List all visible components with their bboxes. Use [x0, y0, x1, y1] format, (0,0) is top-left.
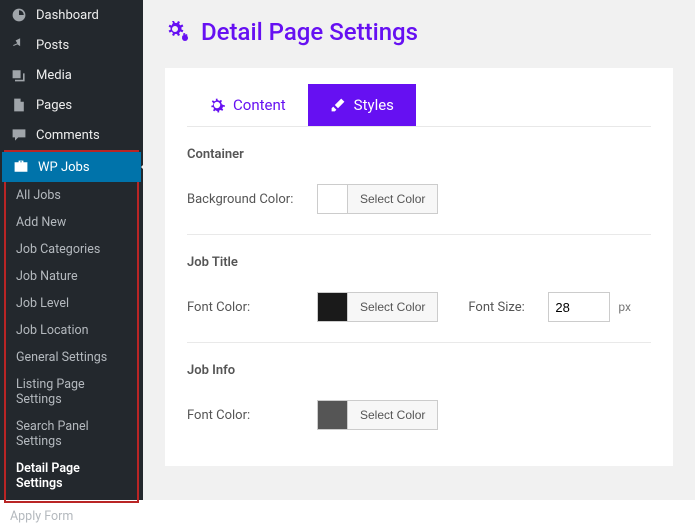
sidebar-item-posts[interactable]: Posts: [0, 30, 143, 60]
section-heading: Job Info: [187, 363, 651, 378]
sidebar-highlight-box: WP Jobs All Jobs Add New Job Categories …: [4, 150, 139, 503]
sidebar-sub-job-categories[interactable]: Job Categories: [6, 236, 137, 263]
select-color-button[interactable]: Select Color: [348, 185, 437, 213]
section-job-info: Job Info Font Color: Select Color: [187, 343, 651, 450]
tab-label: Styles: [354, 96, 394, 114]
sidebar-sub-listing-page-settings[interactable]: Listing Page Settings: [6, 371, 137, 413]
sidebar-item-label: Media: [36, 68, 72, 83]
tab-content[interactable]: Content: [187, 84, 308, 126]
sidebar-item-dashboard[interactable]: Dashboard: [0, 0, 143, 30]
tabs: Content Styles: [187, 84, 651, 127]
font-color-picker[interactable]: Select Color: [317, 292, 438, 322]
select-color-button[interactable]: Select Color: [348, 401, 437, 429]
sidebar-item-comments[interactable]: Comments: [0, 120, 143, 150]
font-color-picker[interactable]: Select Color: [317, 400, 438, 430]
sidebar-item-label: Dashboard: [36, 8, 99, 23]
section-job-title: Job Title Font Color: Select Color Font …: [187, 235, 651, 343]
page-title-text: Detail Page Settings: [201, 18, 418, 46]
sidebar-sub-apply-form[interactable]: Apply Form: [0, 503, 143, 530]
comment-icon: [10, 127, 28, 143]
sidebar-sub-job-nature[interactable]: Job Nature: [6, 263, 137, 290]
tab-label: Content: [233, 96, 286, 114]
color-swatch: [318, 185, 348, 213]
color-swatch: [318, 401, 348, 429]
sidebar-sub-detail-page-settings[interactable]: Detail Page Settings: [6, 455, 137, 497]
admin-sidebar: Dashboard Posts Media Pages Comments: [0, 0, 143, 500]
sidebar-item-label: WP Jobs: [38, 160, 90, 175]
sidebar-sub-all-jobs[interactable]: All Jobs: [6, 182, 137, 209]
sidebar-item-pages[interactable]: Pages: [0, 90, 143, 120]
section-container: Container Background Color: Select Color: [187, 127, 651, 235]
sidebar-item-wp-jobs[interactable]: WP Jobs: [2, 152, 141, 182]
sidebar-item-label: Pages: [36, 98, 72, 113]
sidebar-sub-job-location[interactable]: Job Location: [6, 317, 137, 344]
settings-panel: Content Styles Container Background Colo…: [165, 68, 673, 466]
font-color-label: Font Color:: [187, 408, 317, 423]
background-color-label: Background Color:: [187, 192, 317, 207]
main-content: Detail Page Settings Content Styles Cont…: [143, 0, 695, 500]
section-heading: Container: [187, 147, 651, 162]
unit-label: px: [618, 300, 631, 314]
dashboard-icon: [10, 7, 28, 23]
pin-icon: [10, 37, 28, 53]
color-swatch: [318, 293, 348, 321]
sidebar-sub-add-new[interactable]: Add New: [6, 209, 137, 236]
page-title: Detail Page Settings: [165, 18, 673, 46]
background-color-picker[interactable]: Select Color: [317, 184, 438, 214]
gears-icon: [165, 21, 191, 43]
sidebar-sub-general-settings[interactable]: General Settings: [6, 344, 137, 371]
section-heading: Job Title: [187, 255, 651, 270]
sidebar-item-label: Posts: [36, 38, 69, 53]
gear-icon: [209, 97, 225, 113]
font-size-input[interactable]: [548, 292, 610, 322]
tab-styles[interactable]: Styles: [308, 84, 416, 126]
media-icon: [10, 67, 28, 83]
sidebar-sub-job-level[interactable]: Job Level: [6, 290, 137, 317]
select-color-button[interactable]: Select Color: [348, 293, 437, 321]
sidebar-item-label: Comments: [36, 128, 100, 143]
font-color-label: Font Color:: [187, 300, 317, 315]
briefcase-icon: [12, 159, 30, 175]
brush-icon: [330, 97, 346, 113]
sidebar-item-media[interactable]: Media: [0, 60, 143, 90]
page-icon: [10, 97, 28, 113]
sidebar-sub-search-panel-settings[interactable]: Search Panel Settings: [6, 413, 137, 455]
font-size-label: Font Size:: [468, 300, 548, 315]
